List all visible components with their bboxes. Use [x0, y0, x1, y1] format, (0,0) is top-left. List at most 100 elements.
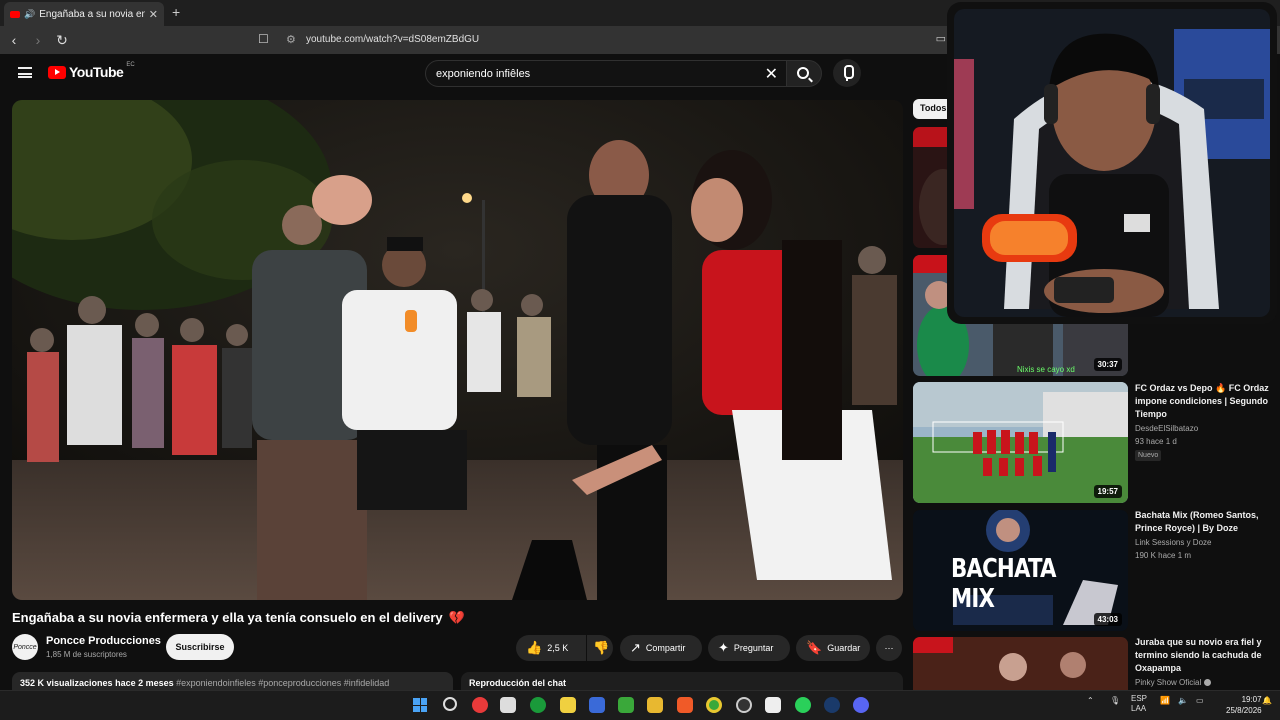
recommendation-title[interactable]: Bachata Mix (Romeo Santos, Prince Royce)…	[1135, 509, 1270, 535]
minecraft-icon[interactable]	[618, 697, 634, 713]
video-duration: 19:57	[1093, 485, 1122, 498]
recommendation-channel[interactable]: DesdeElSilbatazo	[1135, 424, 1198, 433]
tab-close-icon[interactable]: ✕	[149, 8, 158, 21]
video-duration: 43:03	[1093, 613, 1122, 626]
reload-icon[interactable]: ↻	[52, 32, 72, 49]
language-indicator[interactable]: ESP LAA	[1131, 694, 1147, 714]
video-title: Engañaba a su novia enfermera y ella ya …	[12, 610, 465, 626]
taskbar-search-icon[interactable]	[443, 697, 457, 711]
clock-time: 19:07	[1241, 695, 1262, 704]
app-store-icon[interactable]	[500, 697, 516, 713]
ask-button[interactable]: ✦ Preguntar	[708, 635, 790, 661]
subscribe-button[interactable]: Suscribirse	[166, 634, 234, 660]
battery-icon[interactable]: ▭	[1196, 696, 1204, 705]
cast-icon[interactable]: ▭	[936, 32, 946, 45]
share-button[interactable]: ↗ Compartir	[620, 635, 702, 661]
like-count: 2,5 K	[547, 643, 569, 653]
broken-heart-icon: 💔	[448, 610, 465, 625]
country-code: EC	[126, 62, 135, 68]
wifi-icon[interactable]: 📶	[1160, 696, 1170, 705]
verified-icon	[1204, 679, 1212, 687]
recommendation-thumbnail[interactable]: 19:57	[913, 382, 1128, 503]
app-blue-icon[interactable]	[589, 697, 605, 713]
speaker-icon[interactable]: 🔊	[24, 9, 35, 20]
upload-age: hace 2 meses	[115, 678, 174, 688]
windows-start-icon[interactable]	[413, 698, 427, 712]
file-explorer-icon[interactable]	[647, 697, 663, 713]
tab-title: Engañaba a su novia enfermera y	[39, 8, 145, 20]
recommendation-title[interactable]: Juraba que su novio era fiel y termino s…	[1135, 636, 1270, 675]
youtube-logo[interactable]: YouTube EC	[48, 62, 135, 80]
notification-icon[interactable]: 🔔	[1262, 696, 1272, 705]
bookmark-icon[interactable]: ☐	[258, 32, 269, 46]
recommendation-channel[interactable]: Pinky Show Oficial	[1135, 678, 1212, 687]
app-circle-icon[interactable]	[736, 697, 752, 713]
discord-icon[interactable]	[853, 697, 869, 713]
xbox-icon[interactable]	[530, 697, 546, 713]
recommendation-age: hace 1 m	[1158, 551, 1192, 560]
windows-taskbar: ⌃ 🎙 ESP LAA 📶 🔈 ▭ 19:07 25/8/2026 🔔	[0, 690, 1280, 720]
view-count: 352 K visualizaciones	[20, 678, 113, 688]
search-query[interactable]: exponiendo infiêles	[436, 68, 530, 80]
recommendation-title[interactable]: FC Ordaz vs Depo 🔥 FC Ordaz impone condi…	[1135, 382, 1270, 421]
url-text[interactable]: youtube.com/watch?v=dS08emZBdGU	[306, 34, 479, 45]
forward-icon[interactable]: ›	[28, 32, 48, 48]
clear-search-icon[interactable]: ✕	[765, 64, 778, 84]
more-actions-button[interactable]: ⋯	[876, 635, 902, 661]
capcut-icon[interactable]	[765, 697, 781, 713]
brave-icon[interactable]	[677, 697, 693, 713]
recommendation-thumbnail[interactable]	[913, 637, 1128, 690]
save-button[interactable]: 🔖 Guardar	[796, 635, 870, 661]
video-title-text: Engañaba a su novia enfermera y ella ya …	[12, 610, 443, 625]
tray-mic-icon[interactable]: 🎙	[1110, 696, 1120, 705]
thumbs-down-icon: 👎	[593, 640, 610, 655]
search-icon	[797, 67, 809, 79]
channel-avatar[interactable]: Poncce	[12, 634, 38, 660]
clock[interactable]: 19:07 25/8/2026	[1226, 694, 1262, 716]
whatsapp-icon[interactable]	[795, 697, 811, 713]
channel-name[interactable]: Poncce Producciones	[46, 635, 161, 647]
recommendation-channel[interactable]: Link Sessions y Doze	[1135, 538, 1211, 547]
video-frame	[12, 100, 903, 600]
webcam-frame	[954, 9, 1270, 317]
share-label: Compartir	[645, 643, 686, 653]
thumbnail-overlay-text: BACHATA MIX	[951, 554, 1057, 614]
chrome-icon[interactable]	[706, 697, 722, 713]
search-input[interactable]: exponiendo infiêles ✕	[425, 60, 787, 87]
recommendation-meta: 190 K hace 1 m	[1135, 551, 1191, 560]
app-media-icon[interactable]	[560, 697, 576, 713]
webcam-overlay	[947, 2, 1277, 324]
like-button[interactable]: 👍 2,5 K	[516, 635, 586, 661]
volume-icon[interactable]: 🔈	[1178, 696, 1188, 705]
ask-label: Preguntar	[733, 643, 774, 653]
browser-tab[interactable]: 🔊 Engañaba a su novia enfermera y ✕	[4, 2, 164, 26]
video-player[interactable]	[12, 100, 903, 600]
thumbnail-image	[913, 637, 1128, 690]
recommendation-views: 190 K	[1135, 551, 1156, 560]
save-label: Guardar	[827, 643, 861, 653]
recommendation-channel-name: Pinky Show Oficial	[1135, 678, 1202, 687]
tray-overflow-icon[interactable]: ⌃	[1087, 696, 1094, 705]
address-bar[interactable]: ☐ ⚙ youtube.com/watch?v=dS08emZBdGU ▭	[250, 29, 950, 51]
site-info-icon[interactable]: ⚙	[286, 33, 296, 46]
app-record-icon[interactable]	[472, 697, 488, 713]
hashtags[interactable]: #exponiendoinfieles #ponceproducciones #…	[176, 678, 389, 688]
recommendation-meta: 93 hace 1 d	[1135, 437, 1177, 446]
webcam-image	[954, 9, 1270, 317]
recommendation-views: 93	[1135, 437, 1144, 446]
voice-search-icon[interactable]	[833, 59, 861, 87]
youtube-play-icon	[48, 65, 66, 79]
more-icon: ⋯	[884, 642, 894, 653]
back-icon[interactable]: ‹	[4, 32, 24, 48]
hamburger-menu-icon[interactable]	[18, 67, 32, 78]
new-badge: Nuevo	[1135, 450, 1162, 461]
new-tab-icon[interactable]: +	[172, 4, 180, 20]
youtube-wordmark: YouTube	[69, 64, 124, 80]
search-button[interactable]	[786, 60, 822, 87]
thumbnail-overlay-text: Nixis se cayo xd	[1017, 365, 1075, 374]
dislike-button[interactable]: 👎	[587, 635, 613, 661]
bookmark-save-icon: 🔖	[806, 640, 823, 655]
recommendation-thumbnail[interactable]: BACHATA MIX 43:03	[913, 510, 1128, 631]
steam-icon[interactable]	[824, 697, 840, 713]
clock-date: 25/8/2026	[1226, 706, 1262, 715]
